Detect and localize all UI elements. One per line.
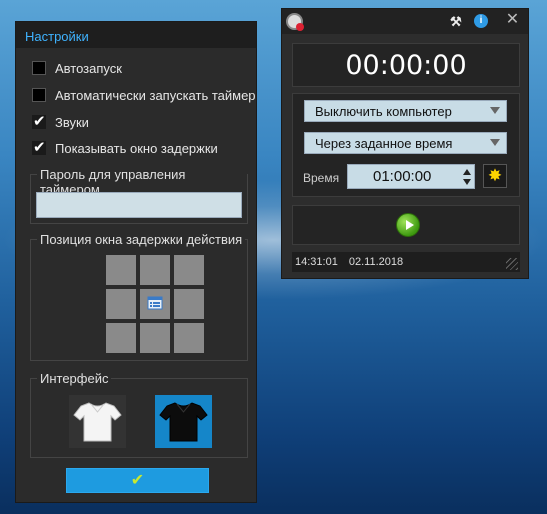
- checkbox-box[interactable]: [32, 61, 46, 75]
- timer-titlebar: ⚒ i ✕: [282, 9, 528, 34]
- chevron-down-icon: [490, 107, 500, 114]
- spin-down-icon[interactable]: [463, 179, 471, 185]
- interface-group-legend: Интерфейс: [37, 371, 112, 386]
- checkbox-label: Показывать окно задержки: [55, 140, 218, 156]
- checkbox-label: Звуки: [55, 114, 89, 130]
- countdown-display: 00:00:00: [345, 50, 467, 81]
- password-group: Пароль для управления таймером: [30, 167, 248, 224]
- theme-white-option[interactable]: [69, 395, 126, 448]
- position-top-center[interactable]: [140, 255, 170, 285]
- interface-group: Интерфейс: [30, 371, 248, 458]
- black-shirt-icon: [159, 402, 208, 442]
- checkbox-label: Автоматически запускать таймер: [55, 87, 256, 103]
- app-clock-icon: [286, 13, 304, 31]
- status-time: 14:31:01: [295, 256, 338, 268]
- position-center[interactable]: [140, 289, 170, 319]
- window-icon: [147, 296, 163, 310]
- close-button[interactable]: ✕: [495, 9, 530, 31]
- ok-button[interactable]: ✔: [66, 468, 209, 493]
- star-button[interactable]: ✸: [483, 164, 507, 188]
- status-date: 02.11.2018: [348, 256, 404, 268]
- settings-window: Настройки Автозапуск Автоматически запус…: [15, 21, 257, 503]
- checkbox-box[interactable]: ✔: [32, 114, 46, 129]
- checkbox-label: Автозапуск: [55, 60, 122, 76]
- checkbox-box[interactable]: ✔: [32, 140, 46, 155]
- position-top-left[interactable]: [106, 255, 136, 285]
- resize-grip-icon[interactable]: [506, 258, 518, 270]
- action-panel: Выключить компьютер Через заданное время…: [292, 93, 520, 197]
- chevron-down-icon: [490, 139, 500, 146]
- white-shirt-icon: [73, 402, 122, 442]
- mode-select[interactable]: Через заданное время: [304, 132, 507, 154]
- time-spinner[interactable]: 01:00:00: [347, 164, 475, 189]
- settings-tools-icon[interactable]: ⚒: [450, 14, 462, 30]
- settings-title: Настройки: [16, 22, 256, 48]
- checkbox-show-delay-window[interactable]: ✔ Показывать окно задержки: [32, 140, 218, 156]
- start-panel: [292, 205, 520, 245]
- spin-up-icon[interactable]: [463, 169, 471, 175]
- mode-select-value: Через заданное время: [315, 136, 453, 151]
- checkbox-auto-start-timer[interactable]: Автоматически запускать таймер: [32, 87, 256, 103]
- star-icon: ✸: [487, 166, 503, 185]
- position-middle-right[interactable]: [174, 289, 204, 319]
- delay-window-position-group: Позиция окна задержки действия: [30, 232, 248, 361]
- time-label: Время: [303, 171, 340, 185]
- position-middle-left[interactable]: [106, 289, 136, 319]
- position-top-right[interactable]: [174, 255, 204, 285]
- clock-panel: 00:00:00: [292, 43, 520, 87]
- position-bottom-right[interactable]: [174, 323, 204, 353]
- status-bar: 14:31:01 02.11.2018: [292, 252, 520, 272]
- play-icon[interactable]: [396, 213, 420, 237]
- action-select-value: Выключить компьютер: [315, 104, 452, 119]
- position-group-legend: Позиция окна задержки действия: [37, 232, 246, 247]
- checkbox-autostart[interactable]: Автозапуск: [32, 60, 122, 76]
- action-select[interactable]: Выключить компьютер: [304, 100, 507, 122]
- position-bottom-left[interactable]: [106, 323, 136, 353]
- checkbox-box[interactable]: [32, 88, 46, 102]
- timer-window: ⚒ i ✕ 00:00:00 Выключить компьютер Через…: [281, 8, 529, 279]
- theme-black-option[interactable]: [155, 395, 212, 448]
- info-icon[interactable]: i: [474, 14, 488, 28]
- password-input[interactable]: [36, 192, 242, 218]
- checkbox-sounds[interactable]: ✔ Звуки: [32, 114, 89, 130]
- position-bottom-center[interactable]: [140, 323, 170, 353]
- time-value: 01:00:00: [373, 168, 432, 185]
- checkmark-icon: ✔: [130, 472, 145, 489]
